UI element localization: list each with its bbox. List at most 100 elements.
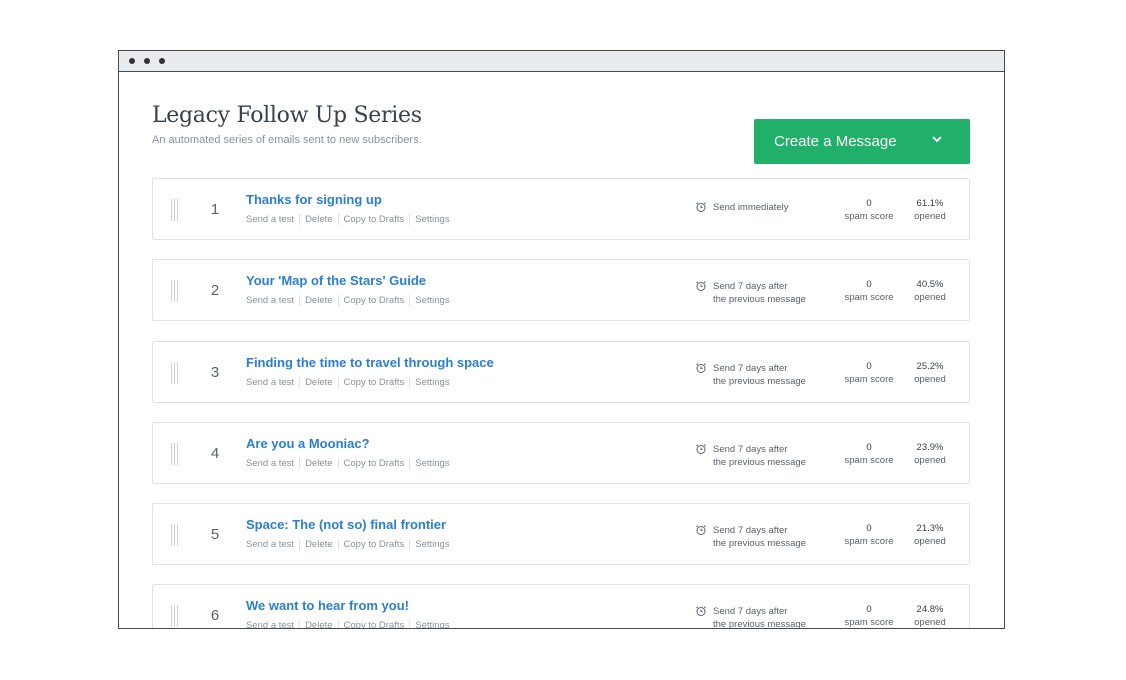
opened-rate-value: 21.3% <box>916 523 944 535</box>
opened-rate-label: opened <box>914 211 946 222</box>
drag-handle-line <box>174 361 175 384</box>
schedule-info: Send 7 days after the previous message <box>695 605 806 629</box>
spam-score: 0 spam score <box>839 522 899 548</box>
delete-link[interactable]: Delete <box>299 457 337 469</box>
drag-handle-line <box>171 280 172 303</box>
drag-handle-line <box>174 199 175 221</box>
spam-score-value: 0 <box>866 523 872 535</box>
drag-handle-icon[interactable] <box>171 361 181 384</box>
message-number: 2 <box>210 282 220 300</box>
chevron-down-icon[interactable] <box>930 132 944 146</box>
message-row: 1 Thanks for signing up Send a test Delete C… <box>152 178 970 240</box>
message-row: 6 We want to hear from you! Send a test Del… <box>152 584 970 629</box>
message-title-link[interactable]: We want to hear from you! <box>246 598 409 613</box>
spam-score-label: spam score <box>844 617 894 629</box>
message-actions: Send a test Delete Copy to Drafts Settings <box>246 457 455 469</box>
opened-rate-value: 40.5% <box>916 279 944 291</box>
settings-link[interactable]: Settings <box>409 376 454 388</box>
copy-to-drafts-link[interactable]: Copy to Drafts <box>337 295 410 307</box>
opened-rate-value: 25.2% <box>916 360 944 372</box>
settings-link[interactable]: Settings <box>409 214 454 225</box>
alarm-clock-icon <box>695 524 707 536</box>
schedule-line-2: the previous message <box>713 619 806 629</box>
copy-to-drafts-link[interactable]: Copy to Drafts <box>337 539 410 551</box>
settings-link[interactable]: Settings <box>409 295 454 307</box>
message-actions: Send a test Delete Copy to Drafts Settings <box>246 295 455 307</box>
drag-handle-icon[interactable] <box>171 442 181 465</box>
schedule-line-2: the previous message <box>713 456 806 468</box>
message-actions: Send a test Delete Copy to Drafts Settings <box>246 376 455 388</box>
message-actions: Send a test Delete Copy to Drafts Settings <box>246 214 455 225</box>
schedule-text: Send 7 days after the previous message <box>713 280 806 306</box>
drag-handle-line <box>171 524 172 547</box>
opened-rate: 24.8% opened <box>906 603 954 628</box>
message-title-link[interactable]: Thanks for signing up <box>246 192 382 207</box>
copy-to-drafts-link[interactable]: Copy to Drafts <box>337 376 410 388</box>
schedule-text: Send immediately <box>713 201 789 214</box>
drag-handle-line <box>171 605 172 628</box>
alarm-clock-icon <box>695 362 707 374</box>
page-title: Legacy Follow Up Series <box>152 103 422 128</box>
schedule-text: Send 7 days after the previous message <box>713 443 806 469</box>
spam-score-label: spam score <box>844 536 894 548</box>
message-number: 3 <box>210 363 220 381</box>
delete-link[interactable]: Delete <box>299 295 337 307</box>
schedule-text: Send 7 days after the previous message <box>713 605 806 629</box>
spam-score-label: spam score <box>844 373 894 385</box>
opened-rate-value: 23.9% <box>916 441 944 453</box>
spam-score-value: 0 <box>866 360 872 372</box>
drag-handle-line <box>171 361 172 384</box>
drag-handle-icon[interactable] <box>171 524 181 547</box>
schedule-line-1: Send 7 days after <box>713 362 788 374</box>
spam-score-label: spam score <box>844 454 894 466</box>
send-a-test-link[interactable]: Send a test <box>246 214 299 225</box>
send-a-test-link[interactable]: Send a test <box>246 377 299 388</box>
spam-score: 0 spam score <box>839 278 899 304</box>
schedule-info: Send immediately <box>695 201 789 214</box>
main-content: Legacy Follow Up Series An automated ser… <box>119 72 1004 185</box>
message-title-link[interactable]: Your 'Map of the Stars' Guide <box>246 273 426 288</box>
drag-handle-icon[interactable] <box>171 280 181 303</box>
schedule-line-1: Send 7 days after <box>713 443 788 455</box>
opened-rate-label: opened <box>914 536 946 548</box>
settings-link[interactable]: Settings <box>409 620 454 628</box>
create-message-label: Create a Message <box>774 133 897 150</box>
delete-link[interactable]: Delete <box>299 539 337 551</box>
schedule-line-2: the previous message <box>713 538 806 550</box>
create-message-button[interactable]: Create a Message <box>754 119 970 164</box>
drag-handle-line <box>177 361 178 384</box>
send-a-test-link[interactable]: Send a test <box>246 295 299 306</box>
copy-to-drafts-link[interactable]: Copy to Drafts <box>337 620 410 628</box>
copy-to-drafts-link[interactable]: Copy to Drafts <box>337 214 410 225</box>
message-number: 1 <box>210 201 220 218</box>
message-row: 5 Space: The (not so) final frontier Send … <box>152 503 970 566</box>
opened-rate-value: 24.8% <box>916 604 944 616</box>
opened-rate-value: 61.1% <box>916 198 944 209</box>
schedule-line-2: the previous message <box>713 294 806 306</box>
send-a-test-link[interactable]: Send a test <box>246 458 299 469</box>
drag-handle-icon[interactable] <box>171 605 181 628</box>
delete-link[interactable]: Delete <box>299 620 337 628</box>
schedule-line-2: the previous message <box>713 375 806 387</box>
opened-rate: 61.1% opened <box>906 197 954 223</box>
window-dot-icon <box>159 58 165 64</box>
message-title-link[interactable]: Are you a Mooniac? <box>246 436 370 451</box>
message-title-link[interactable]: Finding the time to travel through space <box>246 355 494 370</box>
settings-link[interactable]: Settings <box>409 457 454 469</box>
delete-link[interactable]: Delete <box>299 376 337 388</box>
message-number: 5 <box>210 526 220 544</box>
message-title-link[interactable]: Space: The (not so) final frontier <box>246 517 446 532</box>
page-header: Legacy Follow Up Series An automated ser… <box>152 72 970 185</box>
window-dot-icon <box>144 58 150 64</box>
drag-handle-icon[interactable] <box>171 199 181 221</box>
send-a-test-link[interactable]: Send a test <box>246 539 299 550</box>
send-a-test-link[interactable]: Send a test <box>246 620 299 628</box>
settings-link[interactable]: Settings <box>409 539 454 551</box>
copy-to-drafts-link[interactable]: Copy to Drafts <box>337 457 410 469</box>
drag-handle-line <box>174 442 175 465</box>
opened-rate: 25.2% opened <box>906 360 954 386</box>
spam-score: 0 spam score <box>839 603 899 629</box>
window-dot-icon <box>129 58 135 64</box>
drag-handle-line <box>171 199 172 221</box>
delete-link[interactable]: Delete <box>299 214 337 225</box>
